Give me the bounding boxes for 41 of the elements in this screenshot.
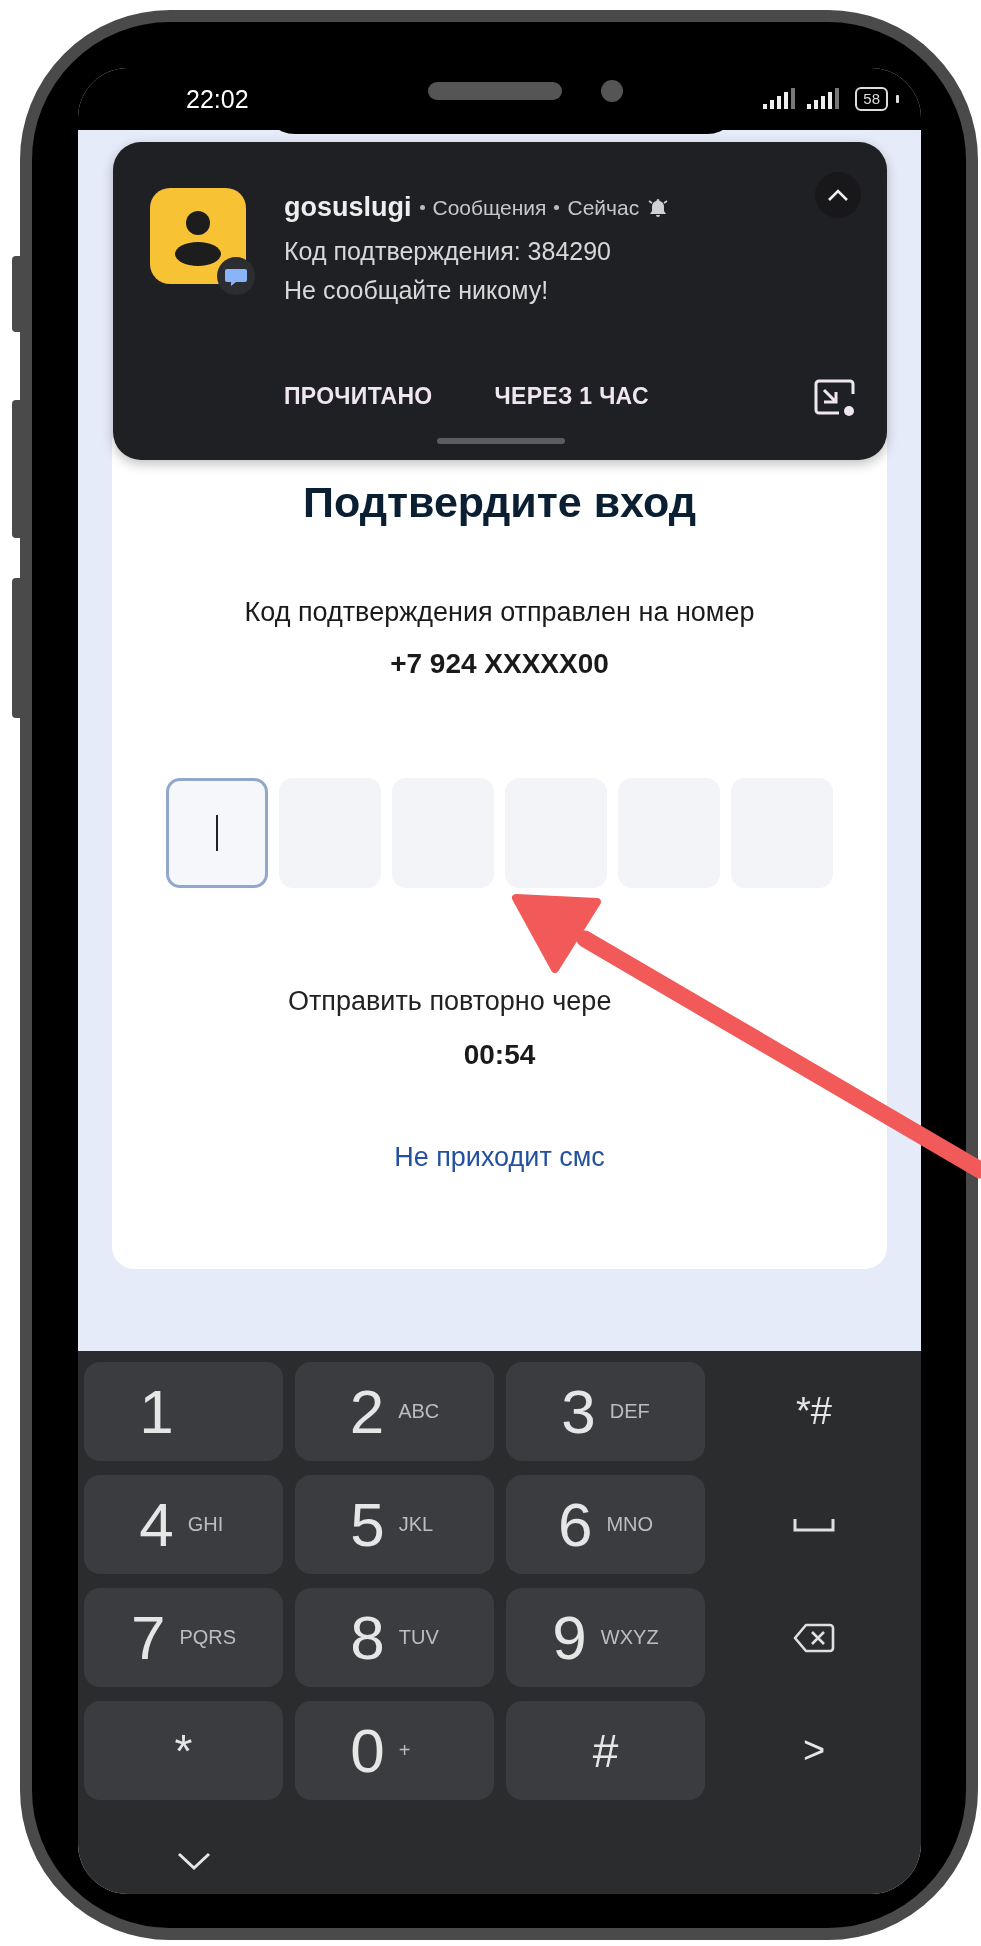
page-title: Подтвердите вход [303, 477, 696, 528]
bell-icon [647, 196, 670, 219]
notification-time: Сейчас [567, 195, 640, 220]
picture-in-picture-icon[interactable] [813, 378, 857, 418]
contact-avatar-icon [150, 188, 246, 284]
notification-source: Сообщения [432, 195, 547, 220]
phone-number: +7 924 XXXXX00 [390, 647, 609, 681]
keypad-key[interactable]: > [717, 1701, 911, 1800]
keypad-key[interactable]: 6 MNO [506, 1475, 705, 1574]
countdown-timer: 00:54 [463, 1038, 536, 1072]
chevron-up-icon [826, 187, 850, 203]
signal-icon [761, 87, 798, 111]
notification-action[interactable]: ЧЕРЕЗ 1 ЧАС [494, 383, 649, 410]
keypad-key[interactable]: 8 TUV [295, 1588, 494, 1687]
notification-title: Код подтверждения: 384290 [284, 237, 613, 266]
battery-indicator: 58 [855, 87, 888, 111]
notification-action[interactable]: ПРОЧИТАНО [284, 383, 433, 410]
resend-text: Отправить повторно чере [288, 985, 612, 1018]
code-digit-field[interactable] [166, 778, 268, 888]
backspace-icon [793, 1621, 835, 1654]
no-sms-link[interactable]: Не приходит смс [394, 1139, 605, 1175]
keypad-key[interactable]: 5 JKL [295, 1475, 494, 1574]
info-text: Код подтверждения отправлен на номер [244, 596, 755, 629]
keypad-key[interactable]: * [84, 1701, 283, 1800]
keypad-key[interactable]: 4 GHI [84, 1475, 283, 1574]
chevron-down-icon[interactable] [176, 1851, 212, 1871]
keypad-key[interactable]: 2 ABC [295, 1362, 494, 1461]
space-icon [793, 1517, 835, 1532]
chat-bubble-icon [216, 256, 256, 296]
collapse-button[interactable] [815, 172, 861, 218]
notification-body: Не сообщайте никому! [284, 276, 550, 305]
keypad-key[interactable]: 1 [84, 1362, 283, 1461]
clock-time: 22:02 [186, 84, 249, 114]
keypad-key[interactable]: # [506, 1701, 705, 1800]
keypad-key[interactable]: *# [717, 1362, 911, 1461]
keypad-key[interactable]: 0 + [295, 1701, 494, 1800]
keypad-key[interactable]: 7 PQRS [84, 1588, 283, 1687]
signal-icon [805, 87, 842, 111]
keypad-key[interactable]: 3 DEF [506, 1362, 705, 1461]
keypad-key[interactable]: 9 WXYZ [506, 1588, 705, 1687]
app-name: gosuslugi [284, 192, 412, 223]
